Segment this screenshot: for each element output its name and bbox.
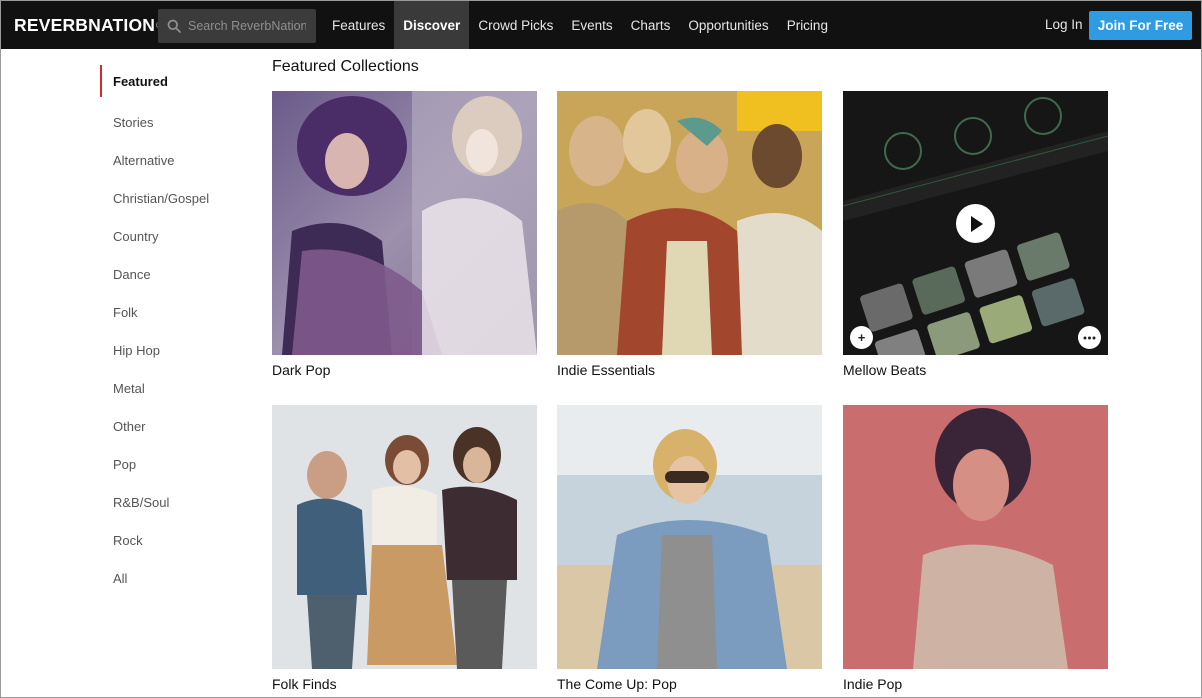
sidebar-item-label: Other	[113, 418, 146, 434]
sidebar-item-label: Dance	[113, 266, 151, 282]
sidebar-item-other[interactable]: Other	[100, 407, 250, 445]
collection-title[interactable]: Indie Essentials	[557, 362, 822, 378]
sidebar-item-label: Pop	[113, 456, 137, 472]
collection-card-dark-pop[interactable]: Dark Pop	[272, 91, 537, 378]
collection-image[interactable]	[557, 91, 822, 355]
more-icon	[1083, 336, 1096, 339]
dark-pop-photo	[272, 91, 537, 355]
collection-card-indie-pop[interactable]: Indie Pop	[843, 405, 1108, 692]
join-button[interactable]: Join For Free	[1089, 11, 1192, 40]
search-icon	[167, 19, 181, 33]
nav-charts[interactable]: Charts	[622, 1, 680, 49]
genre-sidebar: Featured Stories Alternative Christian/G…	[100, 65, 250, 597]
nav-opportunities[interactable]: Opportunities	[679, 1, 777, 49]
sidebar-item-metal[interactable]: Metal	[100, 369, 250, 407]
nav-events[interactable]: Events	[562, 1, 621, 49]
collection-title[interactable]: Mellow Beats	[843, 362, 1108, 378]
sidebar-item-label: Christian/Gospel	[113, 190, 210, 206]
sidebar-item-dance[interactable]: Dance	[100, 255, 250, 293]
indie-pop-photo	[843, 405, 1108, 669]
sidebar-item-label: Stories	[113, 114, 154, 130]
section-title: Featured Collections	[272, 58, 419, 75]
add-button[interactable]: +	[850, 326, 873, 349]
sidebar-item-label: R&B/Soul	[113, 494, 170, 510]
sidebar-item-label: Featured	[113, 73, 168, 89]
sidebar-item-pop[interactable]: Pop	[100, 445, 250, 483]
sidebar-item-folk[interactable]: Folk	[100, 293, 250, 331]
logo[interactable]: REVERBNATION ®	[1, 1, 162, 49]
plus-icon: +	[857, 330, 866, 345]
login-link[interactable]: Log In	[1045, 17, 1083, 32]
collection-card-the-come-up-pop[interactable]: The Come Up: Pop	[557, 405, 822, 692]
sidebar-item-label: Rock	[113, 532, 143, 548]
search-input[interactable]	[188, 19, 306, 33]
sidebar-item-label: Metal	[113, 380, 145, 396]
play-button[interactable]	[956, 204, 995, 243]
sidebar-item-rock[interactable]: Rock	[100, 521, 250, 559]
sidebar-item-label: Folk	[113, 304, 138, 320]
sidebar-item-label: Hip Hop	[113, 342, 160, 358]
nav-crowd-picks[interactable]: Crowd Picks	[469, 1, 562, 49]
sidebar-item-label: All	[113, 570, 128, 586]
collection-image[interactable]	[272, 405, 537, 669]
sidebar-item-label: Alternative	[113, 152, 175, 168]
nav-features[interactable]: Features	[323, 1, 394, 49]
collection-title[interactable]: Indie Pop	[843, 676, 1108, 692]
sidebar-item-country[interactable]: Country	[100, 217, 250, 255]
sidebar-item-hip-hop[interactable]: Hip Hop	[100, 331, 250, 369]
collection-image[interactable]: +	[843, 91, 1108, 355]
folk-finds-photo	[272, 405, 537, 669]
collection-card-folk-finds[interactable]: Folk Finds	[272, 405, 537, 692]
sidebar-item-stories[interactable]: Stories	[100, 103, 250, 141]
sidebar-item-christian-gospel[interactable]: Christian/Gospel	[100, 179, 250, 217]
sidebar-item-rnb-soul[interactable]: R&B/Soul	[100, 483, 250, 521]
collection-image[interactable]	[843, 405, 1108, 669]
sidebar-item-label: Country	[113, 228, 159, 244]
top-nav: REVERBNATION ® Features Discover Crowd P…	[1, 1, 1201, 49]
collection-card-indie-essentials[interactable]: Indie Essentials	[557, 91, 822, 378]
more-options-button[interactable]	[1078, 326, 1101, 349]
collection-image[interactable]	[557, 405, 822, 669]
sidebar-item-alternative[interactable]: Alternative	[100, 141, 250, 179]
nav-pricing[interactable]: Pricing	[778, 1, 837, 49]
collection-title[interactable]: Folk Finds	[272, 676, 537, 692]
page: REVERBNATION ® Features Discover Crowd P…	[0, 0, 1202, 698]
play-icon	[970, 215, 983, 232]
come-up-pop-photo	[557, 405, 822, 669]
nav-discover[interactable]: Discover	[394, 1, 470, 49]
logo-text: REVERBNATION	[14, 14, 156, 35]
indie-essentials-photo	[557, 91, 822, 355]
sidebar-item-all[interactable]: All	[100, 559, 250, 597]
sidebar-item-featured[interactable]: Featured	[100, 65, 250, 97]
collection-title[interactable]: Dark Pop	[272, 362, 537, 378]
collection-card-mellow-beats[interactable]: + Mellow Beats	[843, 91, 1108, 378]
collection-image[interactable]	[272, 91, 537, 355]
main-nav: Features Discover Crowd Picks Events Cha…	[323, 1, 837, 49]
collection-title[interactable]: The Come Up: Pop	[557, 676, 822, 692]
search-box[interactable]	[158, 9, 316, 43]
